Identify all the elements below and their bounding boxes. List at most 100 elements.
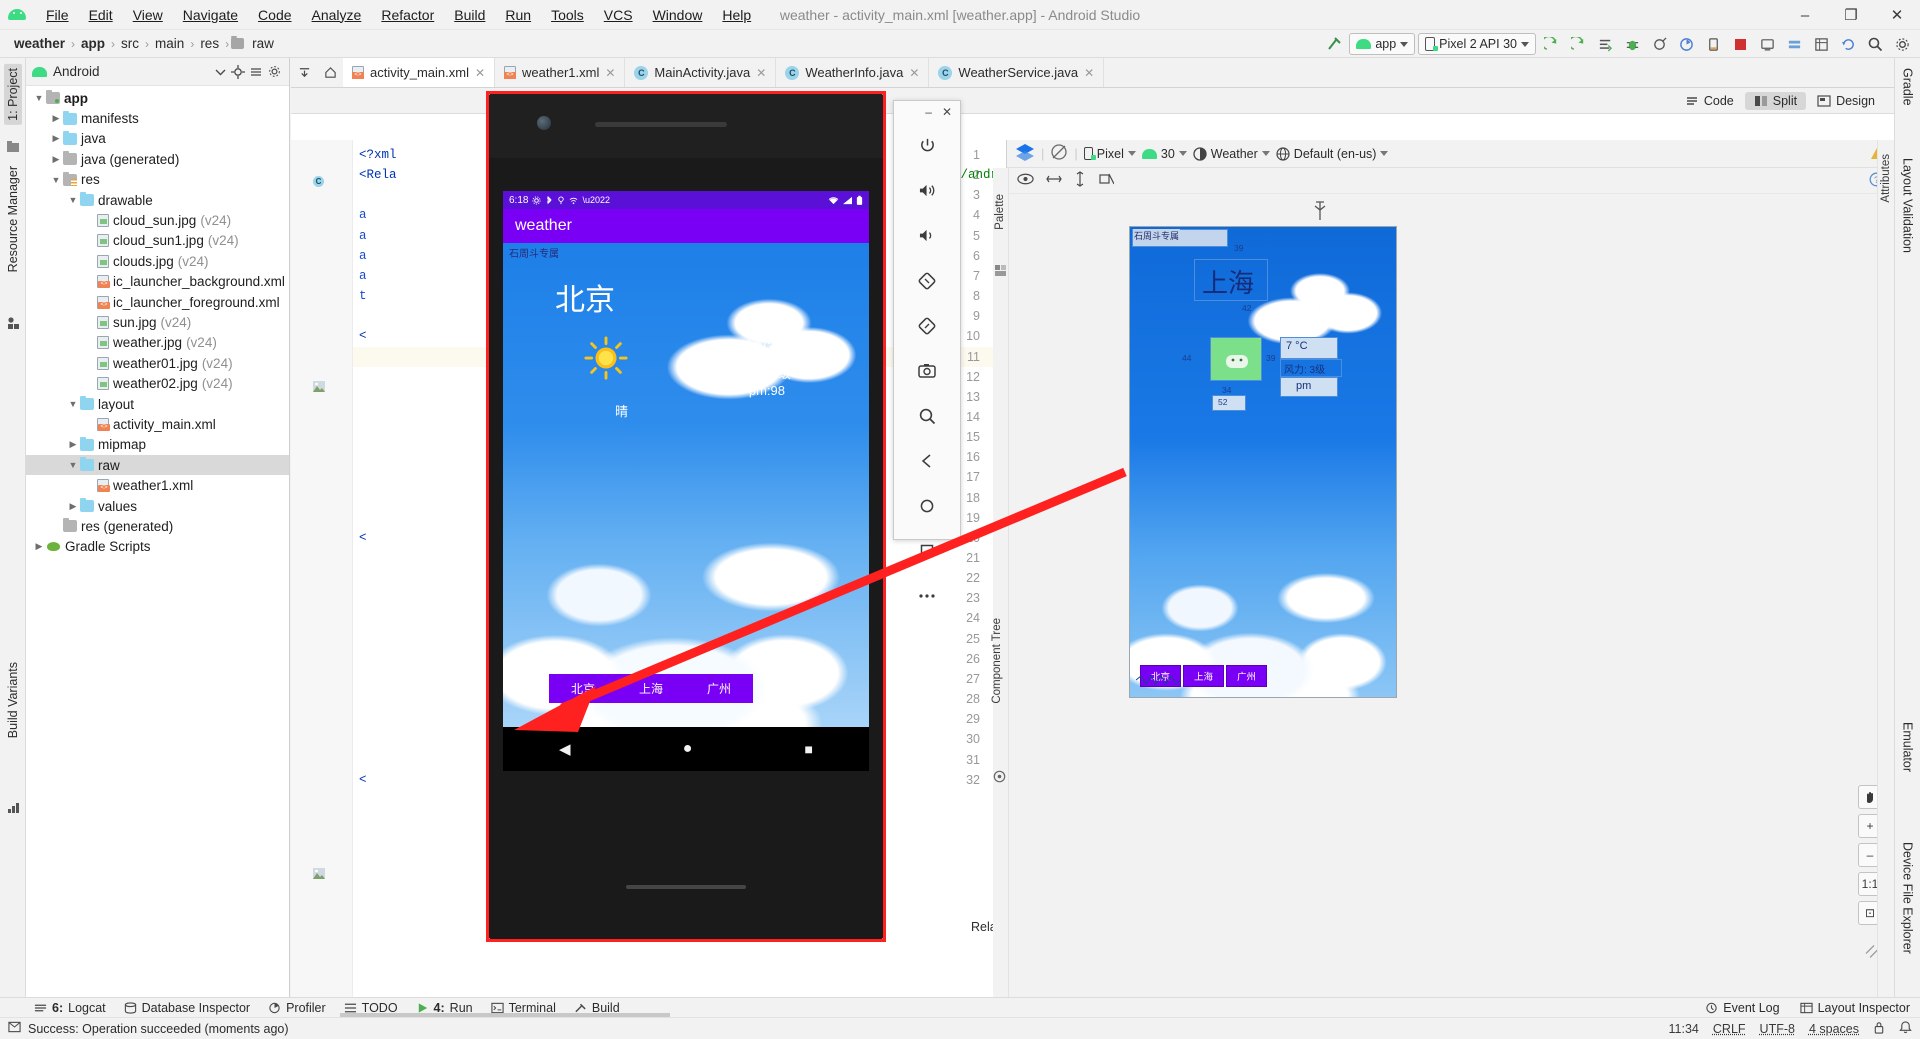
tool-tab-gradle[interactable]: Gradle xyxy=(1899,64,1917,110)
apply-changes-icon[interactable] xyxy=(1593,33,1617,55)
editor-tab-activity-main-xml[interactable]: activity_main.xml ✕ xyxy=(343,58,496,87)
button-beijing[interactable]: 北京 xyxy=(549,674,618,703)
code-line[interactable]: a xyxy=(359,269,367,283)
back-icon[interactable] xyxy=(894,438,960,483)
code-line[interactable]: a xyxy=(359,208,367,222)
code-line[interactable]: a xyxy=(359,229,367,243)
tree-expander-icon[interactable]: ▶ xyxy=(49,154,63,165)
indent-indicator[interactable]: 4 spaces xyxy=(1809,1022,1859,1036)
emulator-window[interactable]: 6:18 \u2022 weather 石周斗专属 北京 26˚C/32˚C 风… xyxy=(486,91,886,942)
device-manager-icon[interactable] xyxy=(1701,33,1725,55)
close-icon[interactable]: ✕ xyxy=(475,66,485,80)
settings-icon[interactable] xyxy=(265,63,283,81)
attributes-label[interactable]: Attributes xyxy=(1880,154,1892,203)
sdk-manager-icon[interactable] xyxy=(1782,33,1806,55)
tool-button-database-inspector[interactable]: Database Inspector xyxy=(124,1001,250,1015)
notification-icon[interactable] xyxy=(1899,1020,1912,1037)
tool-tab-emulator[interactable]: Emulator xyxy=(1899,718,1917,776)
tree-node-drawable[interactable]: ▼ drawable xyxy=(26,190,289,210)
vertical-guideline-icon[interactable] xyxy=(1074,171,1086,190)
tree-expander-icon[interactable]: ▶ xyxy=(66,439,80,450)
design-api-selector[interactable]: 30 xyxy=(1141,147,1187,161)
tree-node-mipmap[interactable]: ▶ mipmap xyxy=(26,435,289,455)
blueprint-icon[interactable] xyxy=(1050,143,1068,164)
tree-node-weather-jpg[interactable]: weather.jpg (v24) xyxy=(26,333,289,353)
nav-back-icon[interactable]: ◀ xyxy=(559,740,571,758)
menu-run[interactable]: Run xyxy=(495,4,541,26)
editor-tab-weatherservice-java[interactable]: C WeatherService.java ✕ xyxy=(929,58,1105,87)
volume-up-icon[interactable] xyxy=(894,168,960,213)
breadcrumb-app[interactable]: app xyxy=(77,36,109,51)
tool-tab-project[interactable]: 1: Project xyxy=(3,64,22,125)
code-line[interactable]: < xyxy=(359,773,367,787)
tree-expander-icon[interactable]: ▼ xyxy=(66,399,80,409)
layout-preview-device[interactable]: 石周斗专属 39 上海 42 44 39 7 °C 风力: 3级 pm 34 5… xyxy=(1129,226,1397,698)
tool-button-layout-inspector[interactable]: Layout Inspector xyxy=(1799,1001,1910,1015)
app-content[interactable]: 石周斗专属 北京 26˚C/32˚C 风力: 3级 pm:98 晴 北京 上海 … xyxy=(503,243,869,727)
tree-expander-icon[interactable]: ▶ xyxy=(49,133,63,144)
tool-tab-device-file-explorer[interactable]: Device File Explorer xyxy=(1899,838,1917,958)
avd-manager-icon[interactable] xyxy=(1755,33,1779,55)
debug-icon[interactable] xyxy=(1620,33,1644,55)
breadcrumb-main[interactable]: main xyxy=(151,36,188,51)
tree-node-gradle-scripts[interactable]: ▶ Gradle Scripts xyxy=(26,537,289,557)
screenshot-icon[interactable] xyxy=(894,348,960,393)
tree-node-raw[interactable]: ▼ raw xyxy=(26,455,289,476)
tree-node-layout[interactable]: ▼ layout xyxy=(26,394,289,414)
zoom-icon[interactable] xyxy=(894,393,960,438)
collapse-editor-icon[interactable] xyxy=(291,58,317,87)
tree-node-manifests[interactable]: ▶ manifests xyxy=(26,108,289,128)
line-separator-indicator[interactable]: CRLF xyxy=(1713,1022,1746,1036)
close-icon[interactable]: ✕ xyxy=(605,66,615,80)
home-icon[interactable] xyxy=(894,483,960,528)
mode-design-button[interactable]: Design xyxy=(1808,92,1884,110)
search-icon[interactable] xyxy=(1863,33,1887,55)
tree-node-res[interactable]: ▼ res xyxy=(26,170,289,190)
menu-navigate[interactable]: Navigate xyxy=(173,4,248,26)
tree-node-weather02-jpg[interactable]: weather02.jpg (v24) xyxy=(26,373,289,393)
locate-icon[interactable] xyxy=(229,63,247,81)
preview-button-guangzhou[interactable]: 广州 xyxy=(1226,665,1268,687)
tool-button-logcat[interactable]: 6: Logcat xyxy=(34,1001,106,1015)
tool-tab-build-variants[interactable]: Build Variants xyxy=(4,658,22,742)
breadcrumb-src[interactable]: src xyxy=(117,36,143,51)
nav-home-icon[interactable]: ● xyxy=(683,740,693,758)
breadcrumb-raw[interactable]: raw xyxy=(248,36,278,51)
overview-icon[interactable] xyxy=(894,528,960,573)
breadcrumb-res[interactable]: res xyxy=(196,36,223,51)
maximize-button[interactable]: ❐ xyxy=(1828,0,1874,30)
run-icon[interactable] xyxy=(1539,33,1563,55)
profiler-icon[interactable] xyxy=(1674,33,1698,55)
emulator-minimize-button[interactable]: – xyxy=(925,105,932,119)
tool-tab-layout-validation[interactable]: Layout Validation xyxy=(1899,154,1917,257)
build-hammer-icon[interactable] xyxy=(1322,33,1346,55)
eye-icon[interactable] xyxy=(1017,173,1034,188)
menu-vcs[interactable]: VCS xyxy=(594,4,643,26)
menu-file[interactable]: File xyxy=(36,4,79,26)
tree-node-weather1-xml[interactable]: <> weather1.xml xyxy=(26,475,289,495)
rotate-left-icon[interactable] xyxy=(894,258,960,303)
tree-node-ic-launcher-foreground-xml[interactable]: <> ic_launcher_foreground.xml xyxy=(26,292,289,312)
button-shanghai[interactable]: 上海 xyxy=(617,674,686,703)
emulator-screen[interactable]: 6:18 \u2022 weather 石周斗专属 北京 26˚C/32˚C 风… xyxy=(503,191,869,727)
menu-build[interactable]: Build xyxy=(444,4,495,26)
sync-gradle-icon[interactable] xyxy=(1836,33,1860,55)
close-icon[interactable]: ✕ xyxy=(756,66,766,80)
editor-tab-mainactivity-java[interactable]: C MainActivity.java ✕ xyxy=(625,58,777,87)
minimize-button[interactable]: – xyxy=(1782,0,1828,30)
attach-debugger-icon[interactable] xyxy=(1647,33,1671,55)
code-line[interactable]: t xyxy=(359,289,367,303)
menu-refactor[interactable]: Refactor xyxy=(371,4,444,26)
tree-node-clouds-jpg[interactable]: clouds.jpg (v24) xyxy=(26,251,289,271)
code-line[interactable]: a xyxy=(359,249,367,263)
run-configuration-selector[interactable]: app xyxy=(1349,33,1416,55)
tree-node-app[interactable]: ▼ app xyxy=(26,88,289,108)
menu-edit[interactable]: Edit xyxy=(79,4,123,26)
project-view-selector[interactable]: Android xyxy=(53,64,211,79)
tree-node-java-generated[interactable]: ▶ java (generated) xyxy=(26,149,289,169)
rotate-right-icon[interactable] xyxy=(894,303,960,348)
debug-run-icon[interactable] xyxy=(1566,33,1590,55)
close-icon[interactable]: ✕ xyxy=(909,66,919,80)
lock-icon[interactable] xyxy=(1873,1021,1885,1037)
design-canvas[interactable]: 石周斗专属 39 上海 42 44 39 7 °C 风力: 3级 pm 34 5… xyxy=(1007,194,1894,997)
